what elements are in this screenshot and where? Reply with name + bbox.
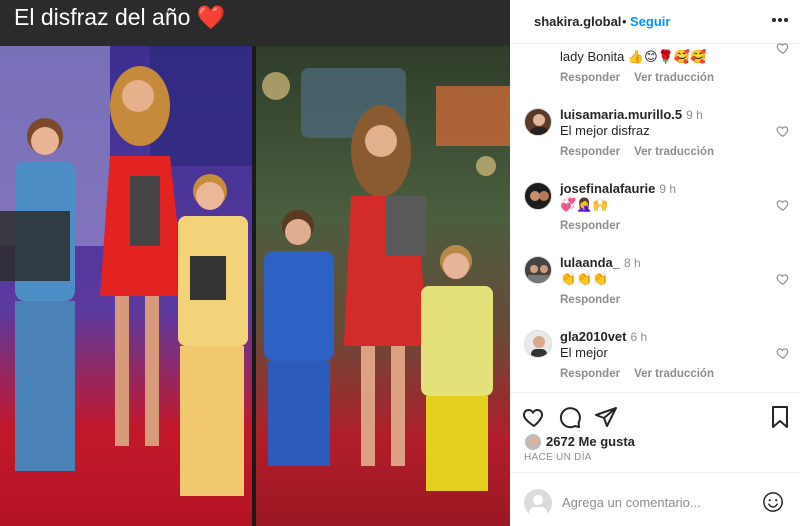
avatar[interactable] <box>524 330 552 358</box>
reply-button[interactable]: Responder <box>560 146 620 158</box>
caption-bar: El disfraz del año ❤️ <box>0 0 510 46</box>
avatar[interactable] <box>524 108 552 136</box>
more-horizontal-icon[interactable] <box>772 18 788 22</box>
comment-input[interactable] <box>562 495 762 510</box>
comment-username[interactable]: lulaanda_ <box>560 255 620 270</box>
post-actions-bar <box>510 392 800 440</box>
comment-time: 8 h <box>623 256 641 270</box>
comment-time: 9 h <box>659 182 677 196</box>
photo-left <box>0 46 252 526</box>
reply-button[interactable]: Responder <box>560 72 620 84</box>
follow-button[interactable]: Seguir <box>630 14 670 29</box>
avatar[interactable] <box>524 256 552 284</box>
current-user-avatar <box>524 489 552 517</box>
translate-button[interactable]: Ver traducción <box>634 368 714 380</box>
comment-header: luisamaria.murillo.5 9 h <box>560 107 703 122</box>
reply-button[interactable]: Responder <box>560 368 620 380</box>
photo-right <box>256 46 510 526</box>
comment-username[interactable]: gla2010vet <box>560 329 627 344</box>
avatar[interactable] <box>524 182 552 210</box>
comment-text: 👏👏👏 <box>560 271 609 286</box>
reply-button[interactable]: Responder <box>560 294 620 306</box>
heart-icon[interactable] <box>776 41 790 55</box>
heart-icon[interactable] <box>776 272 790 286</box>
comment-text: El mejor <box>560 345 608 360</box>
comment-icon[interactable] <box>558 405 582 429</box>
post-sidebar: shakira.global • Seguir lady Bonita 👍😊🌹🥰… <box>510 0 800 526</box>
comment-time: 9 h <box>686 108 703 122</box>
comment-header: lulaanda_ 8 h <box>560 255 641 270</box>
comment-actions: Responder <box>560 220 634 232</box>
heart-icon[interactable] <box>776 346 790 360</box>
post-caption: El disfraz del año ❤️ <box>14 4 226 30</box>
translate-button[interactable]: Ver traducción <box>634 72 714 84</box>
post-header: shakira.global • Seguir <box>510 0 800 44</box>
translate-button[interactable]: Ver traducción <box>634 146 714 158</box>
heart-icon[interactable] <box>776 124 790 138</box>
post-timestamp: HACE UN DÍA <box>524 452 592 463</box>
heart-icon[interactable] <box>776 198 790 212</box>
author-username[interactable]: shakira.global <box>534 14 621 29</box>
photo-left-illustration <box>0 46 252 526</box>
emoji-icon[interactable] <box>762 491 784 513</box>
comment-text: lady Bonita 👍😊🌹🥰🥰 <box>560 49 707 64</box>
likes-count[interactable]: 2672 Me gusta <box>546 434 635 449</box>
comment-text: El mejor disfraz <box>560 123 650 138</box>
like-heart-icon[interactable] <box>522 405 546 429</box>
comment-time: 6 h <box>630 330 648 344</box>
photo-right-illustration <box>256 46 510 526</box>
send-icon[interactable] <box>594 405 618 429</box>
comment-username[interactable]: josefinalafaurie <box>560 181 655 196</box>
post-media[interactable]: El disfraz del año ❤️ <box>0 0 510 526</box>
comment-text: 💞🤦‍♀️🙌 <box>560 197 609 212</box>
reply-button[interactable]: Responder <box>560 220 620 232</box>
add-comment-bar <box>510 472 800 526</box>
comment-header: josefinalafaurie 9 h <box>560 181 676 196</box>
comment-actions: Responder Ver traducción <box>560 368 728 380</box>
comment-actions: Responder <box>560 294 634 306</box>
comment-actions: Responder Ver traducción <box>560 146 728 158</box>
likes-avatar <box>524 433 542 451</box>
header-separator: • <box>622 14 627 29</box>
comment-username[interactable]: luisamaria.murillo.5 <box>560 107 682 122</box>
comment-actions: Responder Ver traducción <box>560 72 728 84</box>
comment-header: gla2010vet 6 h <box>560 329 647 344</box>
bookmark-icon[interactable] <box>768 405 792 429</box>
